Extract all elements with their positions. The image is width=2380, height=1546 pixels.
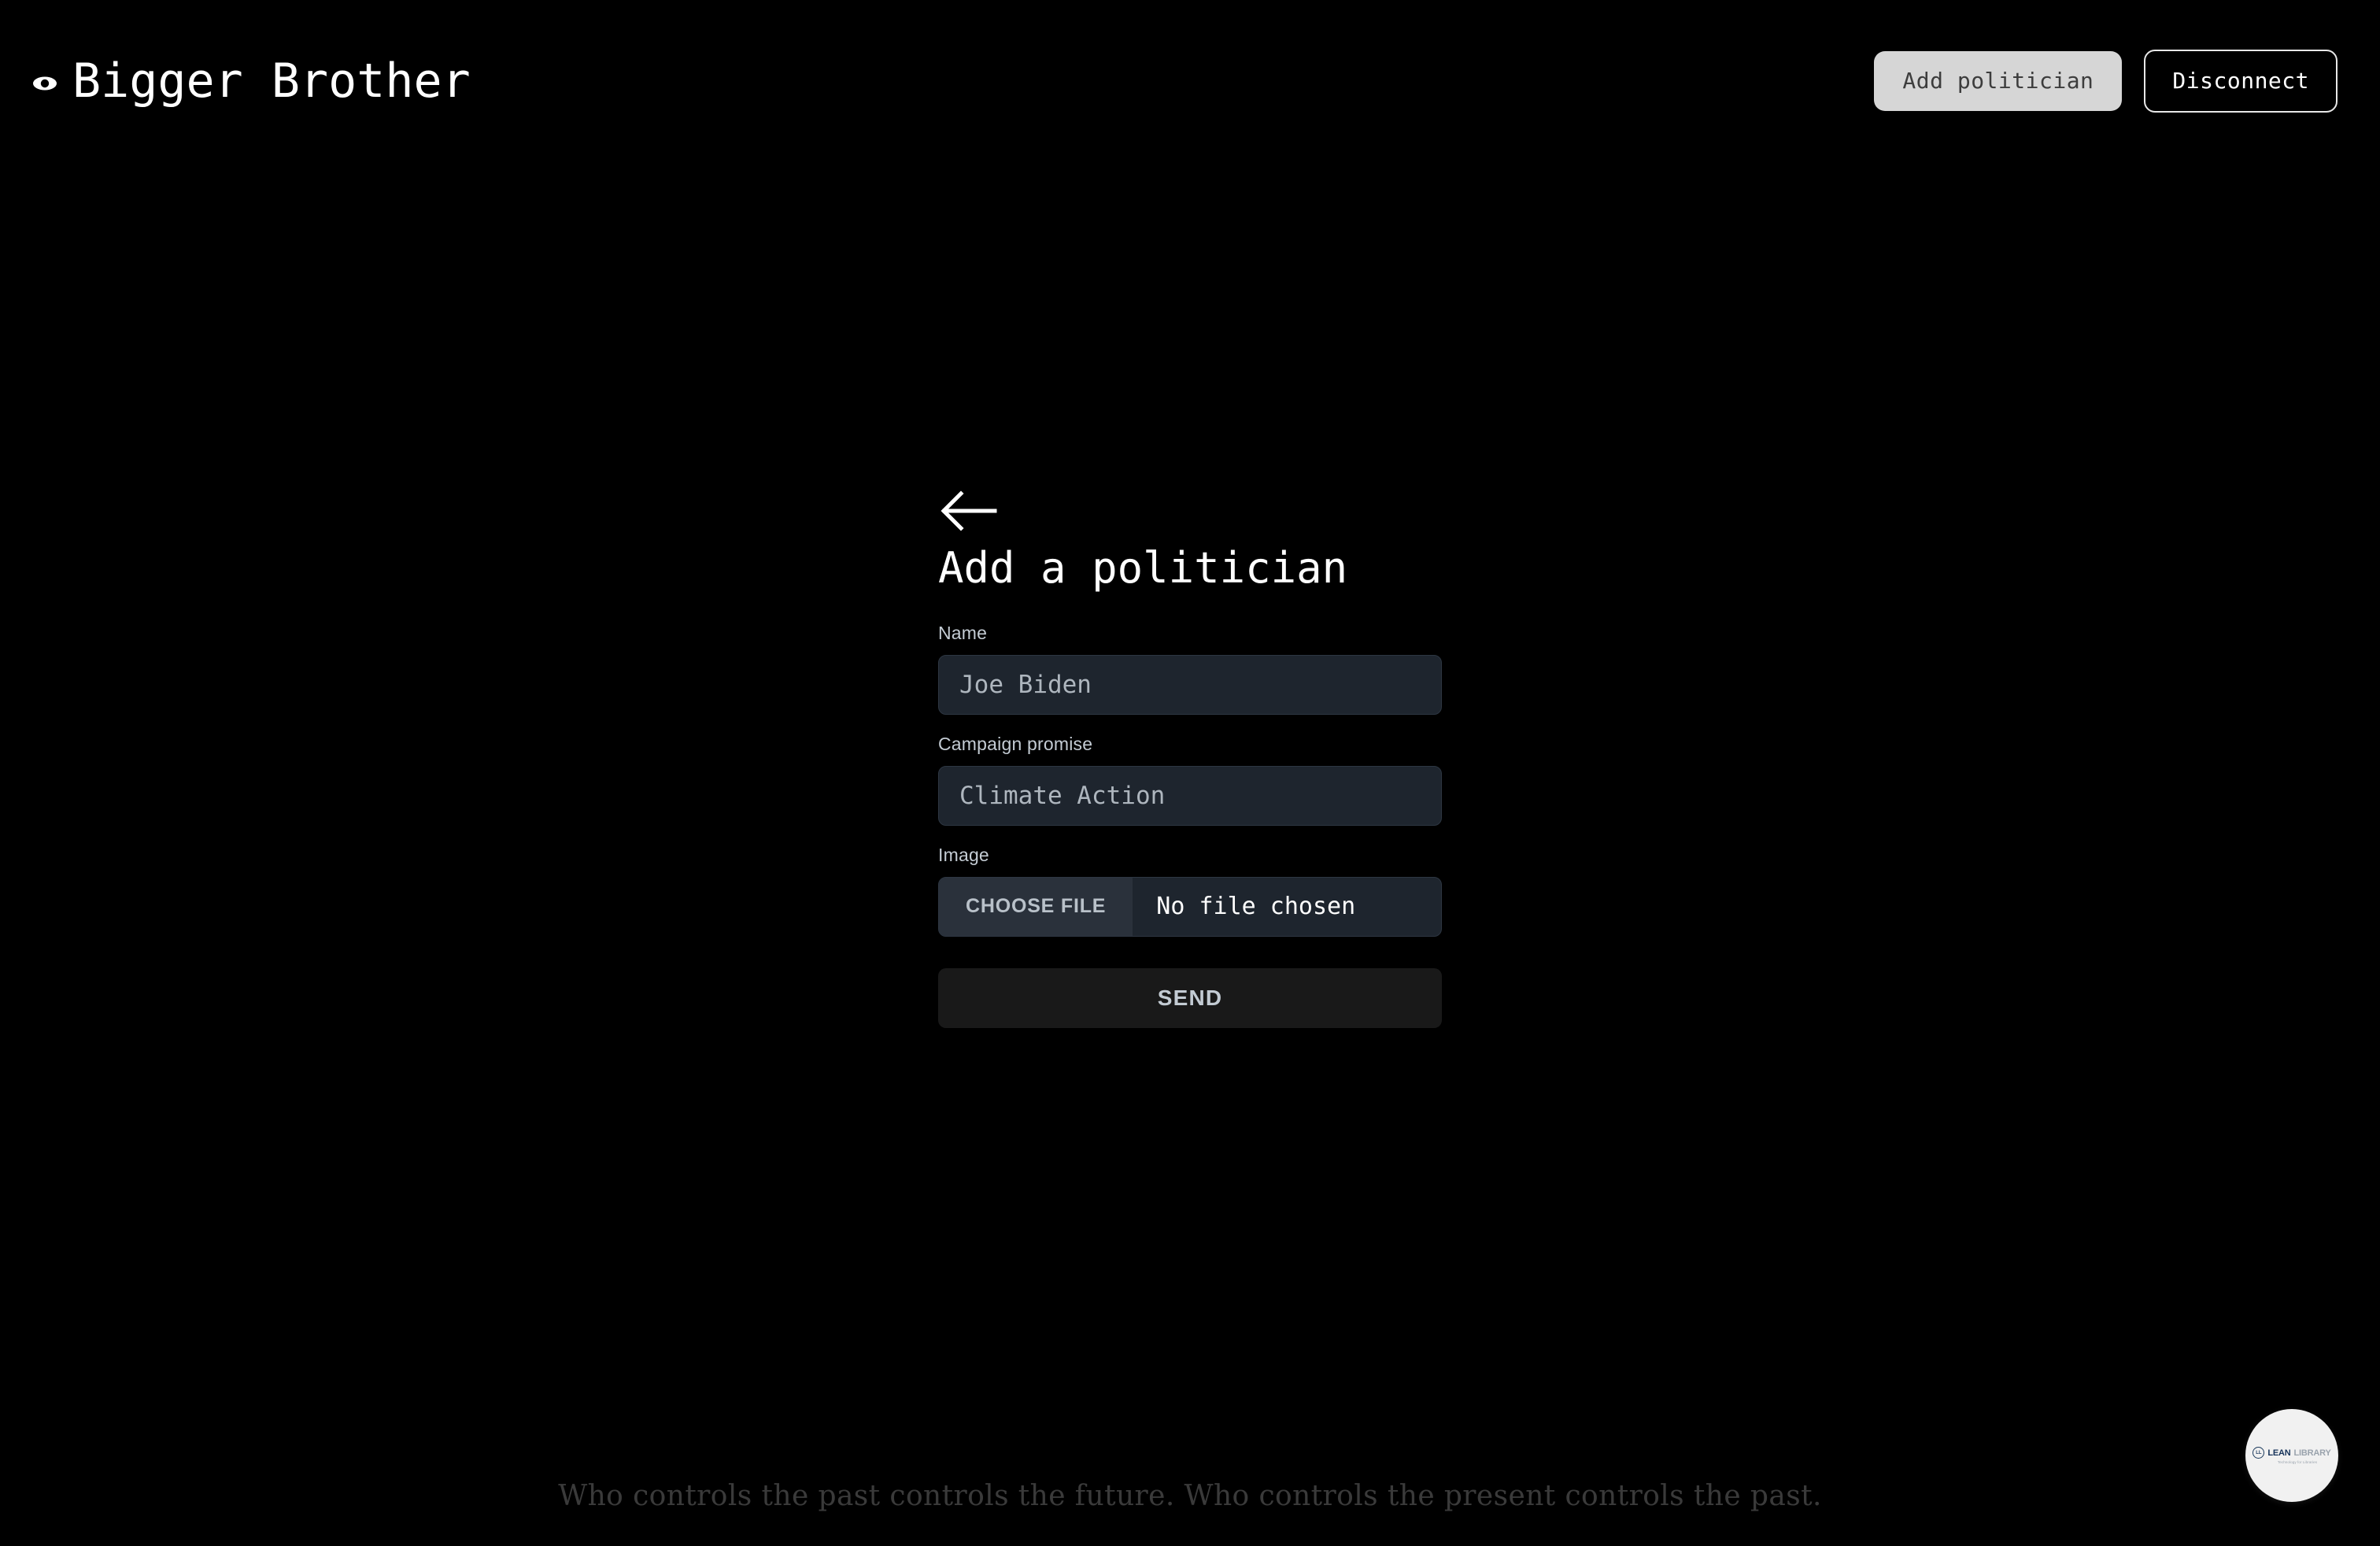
page-title: Add a politician bbox=[938, 543, 1348, 593]
image-label: Image bbox=[938, 844, 989, 865]
disconnect-button[interactable]: Disconnect bbox=[2144, 49, 2338, 113]
brand-logo[interactable]: Bigger Brother bbox=[31, 57, 471, 105]
lean-library-logo: LL LEAN LIBRARY bbox=[2252, 1447, 2331, 1459]
arrow-left-icon[interactable] bbox=[938, 488, 998, 534]
send-button[interactable]: SEND bbox=[938, 967, 1442, 1028]
footer-quote: Who controls the past controls the futur… bbox=[558, 1480, 1822, 1512]
campaign-promise-input[interactable] bbox=[938, 765, 1442, 826]
lean-library-badge[interactable]: LL LEAN LIBRARY Technology for Libraries bbox=[2245, 1409, 2338, 1502]
app-header: Bigger Brother Add politician Disconnect bbox=[0, 0, 2380, 161]
name-label: Name bbox=[938, 622, 988, 643]
lean-library-mark-icon: LL bbox=[2252, 1447, 2265, 1459]
header-actions: Add politician Disconnect bbox=[1874, 49, 2338, 113]
campaign-promise-label: Campaign promise bbox=[938, 733, 1093, 754]
name-input[interactable] bbox=[938, 654, 1442, 715]
add-politician-form: Add a politician Name Campaign promise I… bbox=[938, 488, 1442, 1028]
lean-library-tagline: Technology for Libraries bbox=[2277, 1460, 2318, 1464]
add-politician-button[interactable]: Add politician bbox=[1874, 50, 2123, 111]
lean-library-word-library: LIBRARY bbox=[2293, 1448, 2331, 1458]
field-name: Name bbox=[938, 623, 1442, 715]
brand-title: Bigger Brother bbox=[72, 53, 471, 109]
image-file-input[interactable]: CHOOSE FILE No file chosen bbox=[938, 876, 1442, 937]
lean-library-word-lean: LEAN bbox=[2267, 1448, 2291, 1458]
file-status-text: No file chosen bbox=[1156, 893, 1356, 921]
eye-icon bbox=[33, 76, 57, 90]
field-campaign-promise: Campaign promise bbox=[938, 734, 1442, 826]
choose-file-button[interactable]: CHOOSE FILE bbox=[939, 877, 1133, 936]
field-image: Image CHOOSE FILE No file chosen bbox=[938, 845, 1442, 937]
